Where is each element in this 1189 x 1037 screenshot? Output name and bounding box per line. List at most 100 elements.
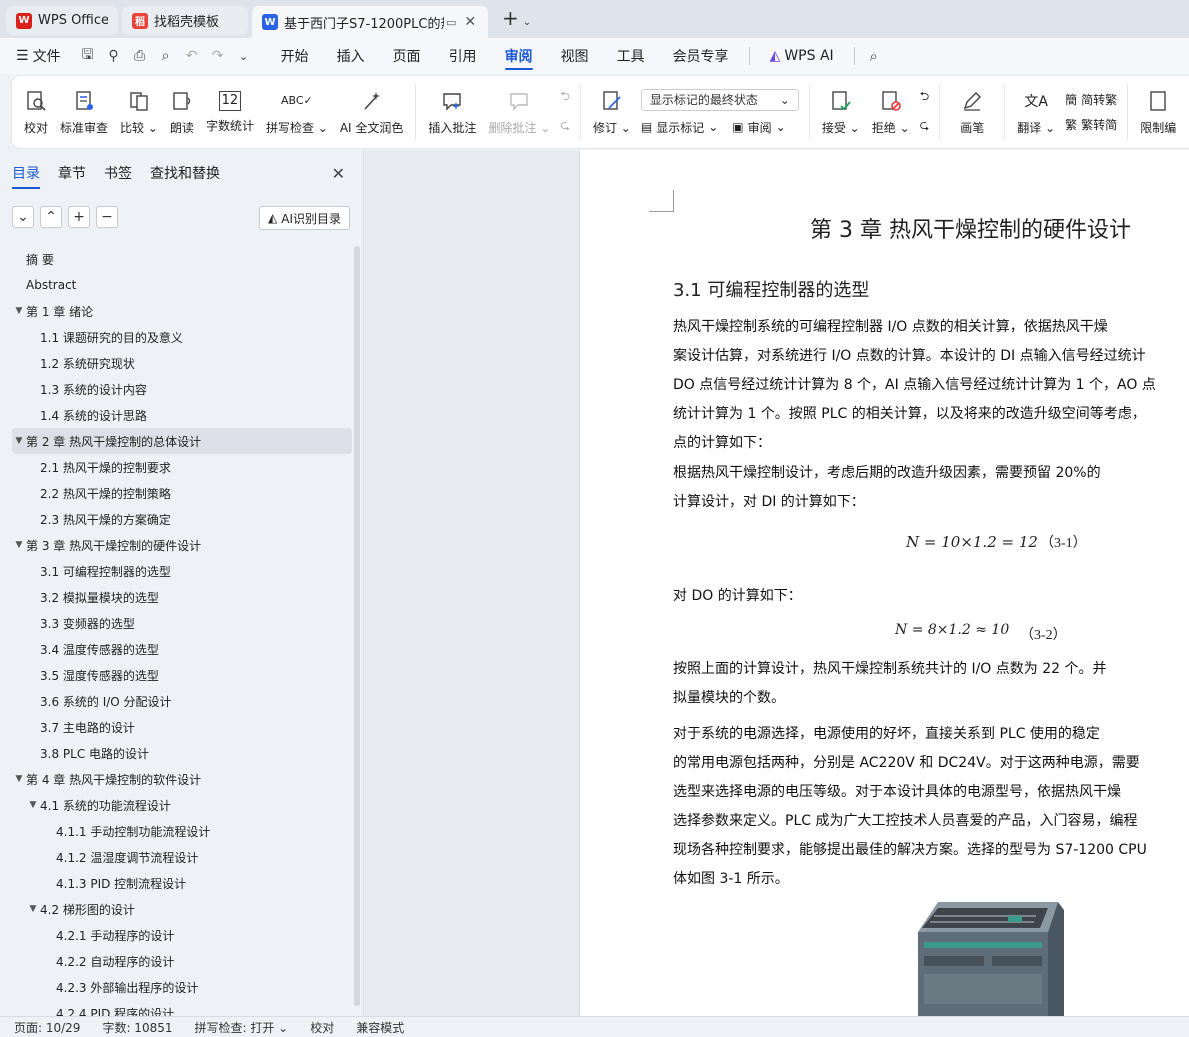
pen-button[interactable]: 画笔	[946, 76, 998, 148]
toc-item[interactable]: Abstract	[12, 272, 352, 298]
toc-item[interactable]: ▼ 4.2 梯形图的设计	[12, 896, 352, 922]
caret-down-icon[interactable]: ▼	[12, 540, 26, 550]
tab-toc[interactable]: 目录	[12, 163, 40, 189]
toc-item[interactable]: ▼ 第 4 章 热风干燥控制的软件设计	[12, 766, 352, 792]
toc-item[interactable]: 4.2.2 自动程序的设计	[12, 948, 352, 974]
read-aloud-button[interactable]: 朗读	[164, 76, 200, 148]
toc-item[interactable]: 2.2 热风干燥的控制策略	[12, 480, 352, 506]
undo-icon[interactable]: ↶	[179, 48, 205, 64]
menu-view[interactable]: 视图	[547, 38, 603, 74]
ai-polish-button[interactable]: AI 全文润色	[334, 76, 410, 148]
print-icon[interactable]: ⎙	[127, 48, 153, 64]
caret-down-icon[interactable]: ▼	[12, 774, 26, 784]
reject-button[interactable]: 拒绝 ⌄	[866, 76, 916, 148]
new-tab-icon[interactable]: +	[502, 6, 519, 30]
toc-item[interactable]: 4.2.1 手动程序的设计	[12, 922, 352, 948]
toc-item[interactable]: 4.1.2 温湿度调节流程设计	[12, 844, 352, 870]
save-icon[interactable]: 🖫	[75, 44, 101, 68]
toc-item[interactable]: 3.3 变频器的选型	[12, 610, 352, 636]
caret-down-icon[interactable]: ▼	[26, 904, 40, 914]
proofread-button[interactable]: 校对	[12, 76, 54, 148]
menu-reference[interactable]: 引用	[435, 38, 491, 74]
review-pane-button[interactable]: ▣ 审阅 ⌄	[732, 119, 785, 136]
toc-item[interactable]: 3.5 湿度传感器的选型	[12, 662, 352, 688]
toc-item[interactable]: 4.2.4 PID 程序的设计	[12, 1000, 352, 1017]
toc-item[interactable]: ▼ 第 2 章 热风干燥控制的总体设计	[12, 428, 352, 454]
tab-docer[interactable]: 稻 找稻壳模板	[122, 6, 248, 35]
menu-start[interactable]: 开始	[267, 38, 323, 74]
menu-file[interactable]: 文件	[33, 46, 61, 66]
proof-status[interactable]: 校对	[310, 1019, 334, 1036]
to-simplified-button[interactable]: 繁繁转简	[1065, 116, 1117, 133]
compare-button[interactable]: 比较 ⌄	[114, 76, 164, 148]
toc-item[interactable]: 1.1 课题研究的目的及意义	[12, 324, 352, 350]
redo-icon[interactable]: ↷	[205, 48, 231, 64]
markup-state-select[interactable]: 显示标记的最终状态 ⌄	[640, 88, 799, 111]
caret-down-icon[interactable]: ▼	[12, 306, 26, 316]
tab-bookmarks[interactable]: 书签	[104, 163, 132, 183]
toc-item[interactable]: 1.2 系统研究现状	[12, 350, 352, 376]
minus-icon[interactable]: −	[96, 206, 118, 228]
chevron-down-icon[interactable]: ⌄	[523, 17, 531, 28]
caret-down-icon[interactable]: ▼	[12, 436, 26, 446]
toc-item[interactable]: 2.1 热风干燥的控制要求	[12, 454, 352, 480]
menu-review[interactable]: 审阅	[491, 38, 547, 74]
toc-item[interactable]: 3.4 温度传感器的选型	[12, 636, 352, 662]
ai-toc-button[interactable]: ◭ AI识别目录	[259, 206, 350, 230]
accept-button[interactable]: 接受 ⌄	[816, 76, 866, 148]
caret-down-icon[interactable]: ▼	[26, 800, 40, 810]
toc-scrollbar[interactable]	[354, 246, 360, 1006]
search-icon[interactable]: ⌕	[861, 47, 887, 65]
toc-item[interactable]: 1.3 系统的设计内容	[12, 376, 352, 402]
page-indicator[interactable]: 页面: 10/29	[14, 1019, 80, 1036]
plus-icon[interactable]: +	[68, 206, 90, 228]
toc-item[interactable]: ▼ 4.1 系统的功能流程设计	[12, 792, 352, 818]
menu-insert[interactable]: 插入	[323, 38, 379, 74]
previous-comment-icon[interactable]: ⮌	[560, 87, 570, 108]
tab-wps-office[interactable]: W WPS Office	[6, 6, 118, 35]
tab-document[interactable]: W 基于西门子S7-1200PLC的热风 ▭ ✕	[252, 6, 488, 38]
to-traditional-button[interactable]: 簡简转繁	[1065, 91, 1117, 108]
toc-item[interactable]: 1.4 系统的设计思路	[12, 402, 352, 428]
toc-item[interactable]: 摘 要	[12, 246, 352, 272]
document-page[interactable]: 第 3 章 热风干燥控制的硬件设计 3.1 可编程控制器的选型 热风干燥控制系统…	[580, 150, 1189, 1016]
toc-item[interactable]: 3.8 PLC 电路的设计	[12, 740, 352, 766]
word-count-indicator[interactable]: 字数: 10851	[102, 1019, 172, 1036]
spell-check-status[interactable]: 拼写检查: 打开 ⌄	[195, 1019, 289, 1036]
spell-check-button[interactable]: ABC✓ 拼写检查 ⌄	[260, 76, 334, 148]
menu-member[interactable]: 会员专享	[659, 38, 743, 74]
tab-sections[interactable]: 章节	[58, 163, 86, 183]
toc-item[interactable]: ▼ 第 1 章 绪论	[12, 298, 352, 324]
toc-item[interactable]: 3.2 模拟量模块的选型	[12, 584, 352, 610]
next-change-icon[interactable]: ⮎	[920, 116, 930, 137]
chevron-down-icon[interactable]: ⌄	[12, 206, 34, 228]
menu-wps-ai[interactable]: ◭ WPS AI	[756, 38, 848, 74]
toc-item[interactable]: 4.2.3 外部输出程序的设计	[12, 974, 352, 1000]
toc-item[interactable]: 3.6 系统的 I/O 分配设计	[12, 688, 352, 714]
toc-item[interactable]: 3.7 主电路的设计	[12, 714, 352, 740]
previous-change-icon[interactable]: ⮌	[920, 87, 930, 108]
translate-button[interactable]: 文A 翻译 ⌄	[1011, 76, 1061, 148]
tab-find-replace[interactable]: 查找和替换	[150, 163, 220, 183]
toc-item[interactable]: 4.1.1 手动控制功能流程设计	[12, 818, 352, 844]
delete-comment-button[interactable]: 删除批注 ⌄	[482, 76, 556, 148]
attach-icon[interactable]: ⚲	[101, 48, 127, 64]
menu-page[interactable]: 页面	[379, 38, 435, 74]
toc-item[interactable]: ▼ 第 3 章 热风干燥控制的硬件设计	[12, 532, 352, 558]
chevron-down-icon[interactable]: ⌄	[231, 50, 257, 63]
close-icon[interactable]: ✕	[332, 164, 345, 183]
standard-review-button[interactable]: 标准审查	[54, 76, 114, 148]
insert-comment-button[interactable]: 插入批注	[422, 76, 482, 148]
hamburger-icon[interactable]: ☰	[16, 48, 29, 64]
next-comment-icon[interactable]: ⮎	[560, 116, 570, 137]
show-markup-button[interactable]: ▤ 显示标记 ⌄	[641, 119, 718, 136]
toc-item[interactable]: 4.1.3 PID 控制流程设计	[12, 870, 352, 896]
track-changes-button[interactable]: 修订 ⌄	[587, 76, 637, 148]
print-preview-icon[interactable]: ⌕	[153, 48, 179, 64]
toc-item[interactable]: 3.1 可编程控制器的选型	[12, 558, 352, 584]
chevron-up-icon[interactable]: ⌃	[40, 206, 62, 228]
word-count-button[interactable]: 12 字数统计	[200, 76, 260, 148]
screen-icon[interactable]: ▭	[446, 16, 456, 29]
close-icon[interactable]: ✕	[464, 14, 476, 30]
menu-tools[interactable]: 工具	[603, 38, 659, 74]
